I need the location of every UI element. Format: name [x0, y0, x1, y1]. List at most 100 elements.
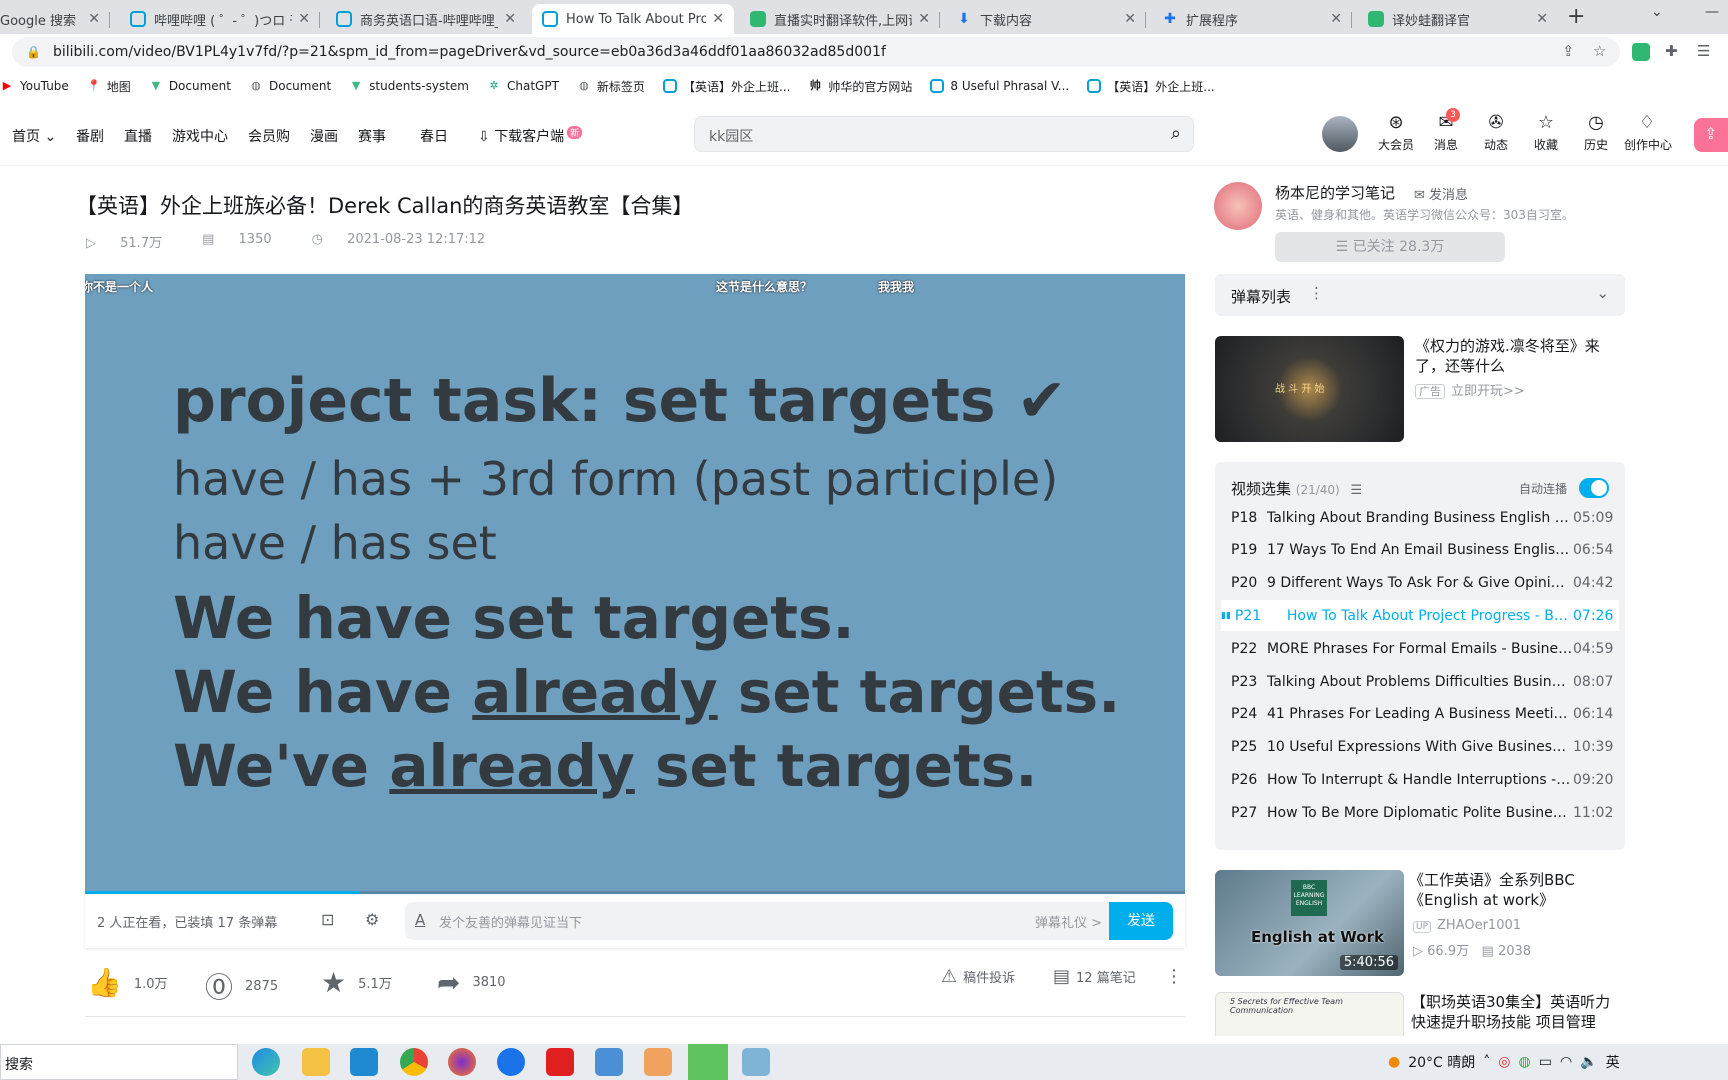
edge-icon[interactable]	[252, 1048, 280, 1076]
bookmark-item[interactable]: ✲ ChatGPT	[487, 79, 559, 93]
episode-item[interactable]: P25 10 Useful Expressions With Give Busin…	[1221, 732, 1619, 763]
video-player[interactable]: 你不是一个人 这节是什么意思？ 我我我 project task: set ta…	[85, 274, 1185, 894]
notes-button[interactable]: ▤ 12 篇笔记	[1053, 966, 1136, 987]
nav-download-client[interactable]: ⇩ 下载客户端新	[478, 126, 583, 146]
creator-center-button[interactable]: ♢ 创作中心	[1624, 112, 1672, 153]
episode-item-current[interactable]: ▮▮ P21 How To Talk About Project Progress…	[1221, 600, 1619, 632]
send-button[interactable]: 发送	[1109, 902, 1173, 940]
close-icon[interactable]: ✕	[1536, 11, 1548, 27]
share-icon[interactable]: ⇪	[1562, 42, 1575, 60]
nav-manga[interactable]: 漫画	[310, 126, 338, 146]
more-icon[interactable]: ⋮	[1165, 966, 1195, 987]
search-input[interactable]: kk园区 ⌕	[694, 116, 1194, 152]
search-icon[interactable]: ⌕	[1171, 123, 1181, 144]
file-explorer-icon[interactable]	[302, 1048, 330, 1076]
app-icon[interactable]	[595, 1048, 623, 1076]
bookmark-item[interactable]: 【英语】外企上班...	[662, 78, 790, 95]
ime-indicator[interactable]: 英	[1606, 1052, 1620, 1072]
uploader-name[interactable]: 杨本尼的学习笔记	[1275, 182, 1395, 203]
ad-thumbnail[interactable]: 战 斗 开 始	[1215, 336, 1404, 442]
bookmark-item[interactable]: ◍ Document	[249, 79, 331, 93]
extensions-puzzle-icon[interactable]: ✚	[1665, 42, 1678, 60]
nav-spring[interactable]: 春日	[420, 126, 448, 146]
favorite-button[interactable]: ★ 5.1万	[321, 966, 392, 999]
browser-tab[interactable]: ⬇ 下载内容 ✕	[946, 4, 1146, 34]
bookmark-item[interactable]: 📍 地图	[87, 78, 131, 95]
chrome-icon[interactable]	[400, 1048, 428, 1076]
nav-mall[interactable]: 会员购	[248, 126, 290, 146]
nav-game-center[interactable]: 游戏中心	[172, 126, 228, 146]
lock-icon[interactable]: 🔒	[26, 45, 41, 59]
url-bar[interactable]: 🔒 bilibili.com/video/BV1PL4y1v7fd/?p=21&…	[12, 37, 1620, 67]
chevron-down-icon[interactable]: ⌄	[1596, 284, 1609, 302]
nav-esports[interactable]: 赛事	[358, 126, 386, 146]
minimize-icon[interactable]: —	[1705, 4, 1719, 20]
list-view-icon[interactable]: ☰	[1351, 483, 1363, 498]
extension-green-icon[interactable]	[1632, 43, 1650, 61]
chevron-up-icon[interactable]: ˄	[1483, 1054, 1490, 1070]
share-button[interactable]: ➦ 3810	[437, 966, 506, 999]
browser-tab[interactable]: ✚ 扩展程序 ✕	[1152, 4, 1352, 34]
browser-tab[interactable]: Google 搜索 ✕	[0, 4, 110, 34]
tray-app-icon[interactable]: ◍	[1518, 1054, 1530, 1070]
recommend-thumbnail[interactable]: BBC LEARNING ENGLISH English at Work 5:4…	[1215, 870, 1404, 976]
close-icon[interactable]: ✕	[504, 11, 516, 27]
nav-anime[interactable]: 番剧	[76, 126, 104, 146]
favorites-button[interactable]: ☆ 收藏	[1524, 112, 1568, 153]
new-tab-button[interactable]: +	[1567, 4, 1585, 29]
message-button[interactable]: ✉ 3 消息	[1424, 108, 1468, 153]
recommend-title[interactable]: 《工作英语》全系列BBC《English at work》	[1409, 870, 1625, 910]
close-icon[interactable]: ✕	[88, 11, 100, 27]
upload-button[interactable]: ⇪	[1694, 118, 1728, 152]
close-icon[interactable]: ✕	[298, 11, 310, 27]
close-icon[interactable]: ✕	[918, 11, 930, 27]
danmaku-toggle-icon[interactable]: ⊡	[321, 910, 334, 929]
browser-tab[interactable]: 商务英语口语-哔哩哔哩_Bi ✕	[326, 4, 526, 34]
tray-app-icon[interactable]: ◎	[1498, 1054, 1510, 1070]
episode-item[interactable]: P20 9 Different Ways To Ask For & Give Op…	[1221, 568, 1619, 599]
taskbar-search[interactable]: 搜索	[0, 1044, 238, 1080]
avatar[interactable]	[1322, 116, 1358, 152]
bookmark-item[interactable]: 【英语】外企上班...	[1087, 78, 1215, 95]
close-icon[interactable]: ✕	[1124, 11, 1136, 27]
browser-tab[interactable]: 译妙蛙翻译官 ✕	[1358, 4, 1558, 34]
app-icon[interactable]	[644, 1048, 672, 1076]
episode-item[interactable]: P19 17 Ways To End An Email Business Engl…	[1221, 535, 1619, 566]
recommend-title[interactable]: 【职场英语30集全】英语听力 快速提升职场技能 项目管理	[1411, 992, 1625, 1032]
recommend-uploader[interactable]: UP ZHAOer1001	[1413, 918, 1521, 933]
browser-tab-active[interactable]: How To Talk About Proje ✕	[532, 4, 734, 34]
tab-search-chevron-icon[interactable]: ⌄	[1651, 4, 1663, 20]
wechat-icon[interactable]	[688, 1044, 728, 1080]
recommend-card[interactable]: 5 Secrets for Effective Team Communicati…	[1215, 992, 1625, 1036]
close-icon[interactable]: ✕	[1330, 11, 1342, 27]
recommend-thumbnail[interactable]: 5 Secrets for Effective Team Communicati…	[1215, 992, 1404, 1036]
report-button[interactable]: ⚠ 稿件投诉	[941, 966, 1015, 987]
ad-card[interactable]: 战 斗 开 始 《权力的游戏.凛冬将至》来了，还等什么 广告 立即开玩>>	[1215, 336, 1625, 444]
danmaku-etiquette-link[interactable]: 弹幕礼仪 >	[1035, 912, 1102, 931]
ad-cta-link[interactable]: 立即开玩>>	[1451, 384, 1525, 399]
follow-button[interactable]: ☰ 已关注 28.3万	[1275, 232, 1505, 262]
like-button[interactable]: 👍 1.0万	[87, 966, 168, 999]
bookmark-star-icon[interactable]: ☆	[1593, 42, 1606, 60]
recommend-card[interactable]: BBC LEARNING ENGLISH English at Work 5:4…	[1215, 870, 1625, 978]
bookmark-item[interactable]: 8 Useful Phrasal V...	[930, 79, 1069, 93]
browser-tab[interactable]: 直播实时翻译软件,上网课必 ✕	[740, 4, 940, 34]
bookmark-item[interactable]: ▼ students-system	[349, 79, 469, 93]
firefox-icon[interactable]	[448, 1048, 476, 1076]
vip-button[interactable]: ⊛ 大会员	[1374, 112, 1418, 153]
font-style-icon[interactable]: A	[415, 911, 425, 929]
close-icon[interactable]: ✕	[712, 11, 724, 27]
bookmark-item[interactable]: 帅帅华的官方网站	[808, 78, 913, 95]
danmaku-input[interactable]: A 发个友善的弹幕见证当下 弹幕礼仪 >	[405, 902, 1175, 940]
uploader-avatar[interactable]	[1214, 182, 1262, 230]
side-panel-icon[interactable]: ☰	[1697, 42, 1710, 60]
app-icon[interactable]	[742, 1048, 770, 1076]
episode-item[interactable]: P23 Talking About Problems Difficulties B…	[1221, 666, 1619, 697]
more-icon[interactable]: ⋮	[1309, 284, 1324, 302]
nav-live[interactable]: 直播	[124, 126, 152, 146]
episode-item[interactable]: P26 How To Interrupt & Handle Interruptio…	[1221, 764, 1619, 795]
danmaku-list-panel[interactable]: 弹幕列表 ⋮ ⌄	[1215, 274, 1625, 316]
bookmark-item[interactable]: ▼ Document	[149, 79, 231, 93]
bookmark-item[interactable]: ▶ YouTube	[0, 79, 69, 93]
nav-home[interactable]: 首页 ⌄	[12, 126, 56, 146]
